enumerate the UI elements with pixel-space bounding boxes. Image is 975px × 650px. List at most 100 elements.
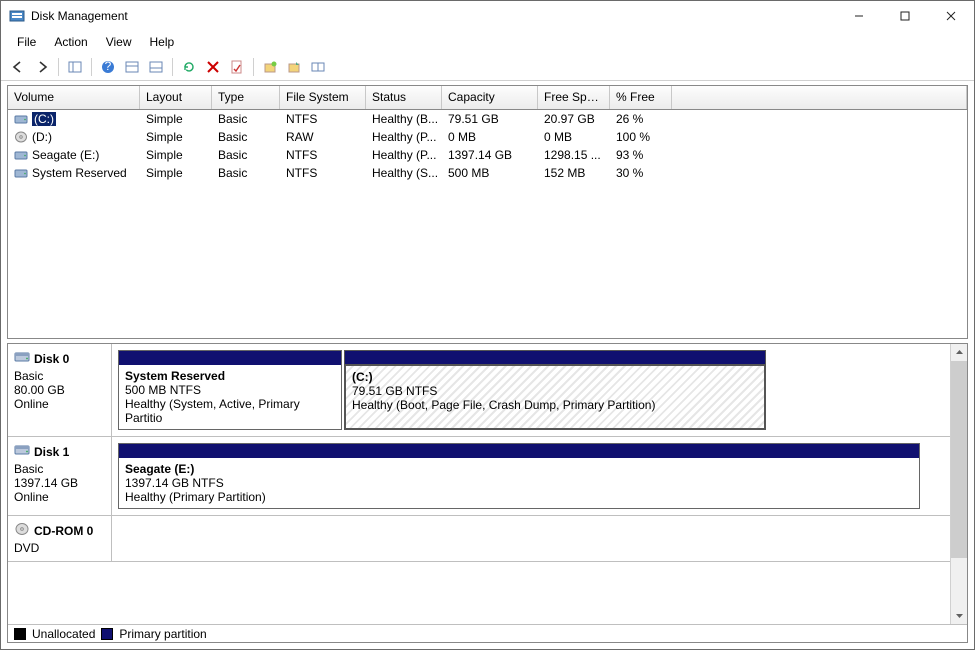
menu-help[interactable]: Help — [142, 33, 183, 51]
legend: Unallocated Primary partition — [8, 624, 967, 642]
new-item-button[interactable] — [259, 56, 281, 78]
volume-row[interactable]: (C:)SimpleBasicNTFSHealthy (B...79.51 GB… — [8, 110, 967, 128]
volume-type: Basic — [212, 129, 280, 145]
refresh-button[interactable] — [178, 56, 200, 78]
volume-list[interactable]: Volume Layout Type File System Status Ca… — [7, 85, 968, 339]
disk-info-line: Online — [14, 490, 105, 504]
disk-info-line: Basic — [14, 369, 105, 383]
partition-sub: 500 MB NTFS — [125, 383, 335, 397]
vertical-scrollbar[interactable] — [950, 344, 967, 624]
scroll-thumb[interactable] — [951, 361, 967, 558]
col-status[interactable]: Status — [366, 86, 442, 109]
settings-bottom-button[interactable] — [145, 56, 167, 78]
disk-row[interactable]: CD-ROM 0 DVD — [8, 516, 950, 562]
scroll-up-button[interactable] — [951, 344, 967, 361]
scroll-down-button[interactable] — [951, 607, 967, 624]
legend-swatch-primary — [101, 628, 113, 640]
disk-label: CD-ROM 0 — [34, 524, 93, 538]
disk-management-window: Disk Management File Action View Help ? — [0, 0, 975, 650]
disk-partitions: System Reserved500 MB NTFSHealthy (Syste… — [112, 344, 950, 436]
titlebar[interactable]: Disk Management — [1, 1, 974, 31]
volume-type: Basic — [212, 147, 280, 163]
close-button[interactable] — [928, 1, 974, 31]
volume-free: 0 MB — [538, 129, 610, 145]
col-freespace[interactable]: Free Spa... — [538, 86, 610, 109]
menu-file[interactable]: File — [9, 33, 44, 51]
volume-fs: RAW — [280, 129, 366, 145]
volume-capacity: 1397.14 GB — [442, 147, 538, 163]
partition-sub: 79.51 GB NTFS — [352, 384, 758, 398]
volume-row[interactable]: (D:)SimpleBasicRAWHealthy (P...0 MB0 MB1… — [8, 128, 967, 146]
partition-status: Healthy (System, Active, Primary Partiti… — [125, 397, 335, 425]
volume-layout: Simple — [140, 165, 212, 181]
volume-row[interactable]: System ReservedSimpleBasicNTFSHealthy (S… — [8, 164, 967, 182]
partition-status: Healthy (Primary Partition) — [125, 490, 913, 504]
volume-fs: NTFS — [280, 147, 366, 163]
menu-action[interactable]: Action — [46, 33, 95, 51]
volume-icon — [14, 113, 28, 125]
volume-status: Healthy (B... — [366, 111, 442, 127]
back-button[interactable] — [7, 56, 29, 78]
volume-capacity: 0 MB — [442, 129, 538, 145]
volume-icon — [14, 131, 28, 143]
disk-icon — [14, 522, 30, 539]
disk-info: Disk 0 Basic80.00 GBOnline — [8, 344, 112, 436]
col-layout[interactable]: Layout — [140, 86, 212, 109]
volume-name: (C:) — [32, 112, 56, 126]
partition-bar — [345, 351, 765, 365]
partition-title: (C:) — [352, 370, 758, 384]
volume-list-header[interactable]: Volume Layout Type File System Status Ca… — [8, 86, 967, 110]
volume-capacity: 500 MB — [442, 165, 538, 181]
menubar: File Action View Help — [1, 31, 974, 53]
volume-free: 20.97 GB — [538, 111, 610, 127]
layout-button[interactable] — [307, 56, 329, 78]
disk-info: CD-ROM 0 DVD — [8, 516, 112, 561]
toolbar: ? — [1, 53, 974, 81]
window-title: Disk Management — [31, 9, 128, 23]
show-hide-tree-button[interactable] — [64, 56, 86, 78]
col-capacity[interactable]: Capacity — [442, 86, 538, 109]
col-type[interactable]: Type — [212, 86, 280, 109]
volume-pct: 93 % — [610, 147, 672, 163]
legend-label-primary: Primary partition — [119, 627, 206, 641]
volume-fs: NTFS — [280, 165, 366, 181]
settings-top-button[interactable] — [121, 56, 143, 78]
disk-info-line: Online — [14, 397, 105, 411]
volume-name: System Reserved — [32, 166, 127, 180]
disk-graphical-view[interactable]: Disk 0Basic80.00 GBOnlineSystem Reserved… — [7, 343, 968, 643]
help-button[interactable]: ? — [97, 56, 119, 78]
volume-name: (D:) — [32, 130, 52, 144]
delete-button[interactable] — [202, 56, 224, 78]
volume-fs: NTFS — [280, 111, 366, 127]
properties-button[interactable] — [226, 56, 248, 78]
forward-button[interactable] — [31, 56, 53, 78]
volume-name: Seagate (E:) — [32, 148, 99, 162]
volume-row[interactable]: Seagate (E:)SimpleBasicNTFSHealthy (P...… — [8, 146, 967, 164]
disk-row[interactable]: Disk 0 Basic80.00 GBOnline System Reserved… — [8, 344, 950, 437]
volume-icon — [14, 167, 28, 179]
volume-status: Healthy (P... — [366, 147, 442, 163]
col-volume[interactable]: Volume — [8, 86, 140, 109]
disk-info-line: 80.00 GB — [14, 383, 105, 397]
disk-label: Disk 0 — [34, 352, 69, 366]
legend-swatch-unallocated — [14, 628, 26, 640]
menu-view[interactable]: View — [98, 33, 140, 51]
minimize-button[interactable] — [836, 1, 882, 31]
volume-status: Healthy (P... — [366, 129, 442, 145]
partition[interactable]: Seagate (E:)1397.14 GB NTFSHealthy (Prim… — [118, 443, 920, 509]
partition[interactable]: (C:)79.51 GB NTFSHealthy (Boot, Page Fil… — [344, 350, 766, 430]
disk-row[interactable]: Disk 1Basic1397.14 GBOnlineSeagate (E:)1… — [8, 437, 950, 516]
volume-layout: Simple — [140, 111, 212, 127]
disk-info-line: DVD — [14, 541, 105, 555]
disk-info: Disk 1Basic1397.14 GBOnline — [8, 437, 112, 515]
maximize-button[interactable] — [882, 1, 928, 31]
app-icon — [9, 8, 25, 24]
volume-pct: 26 % — [610, 111, 672, 127]
partition[interactable]: System Reserved500 MB NTFSHealthy (Syste… — [118, 350, 342, 430]
disk-info-line: Basic — [14, 462, 105, 476]
col-filesystem[interactable]: File System — [280, 86, 366, 109]
col-pctfree[interactable]: % Free — [610, 86, 672, 109]
volume-type: Basic — [212, 111, 280, 127]
new-item2-button[interactable] — [283, 56, 305, 78]
volume-free: 152 MB — [538, 165, 610, 181]
